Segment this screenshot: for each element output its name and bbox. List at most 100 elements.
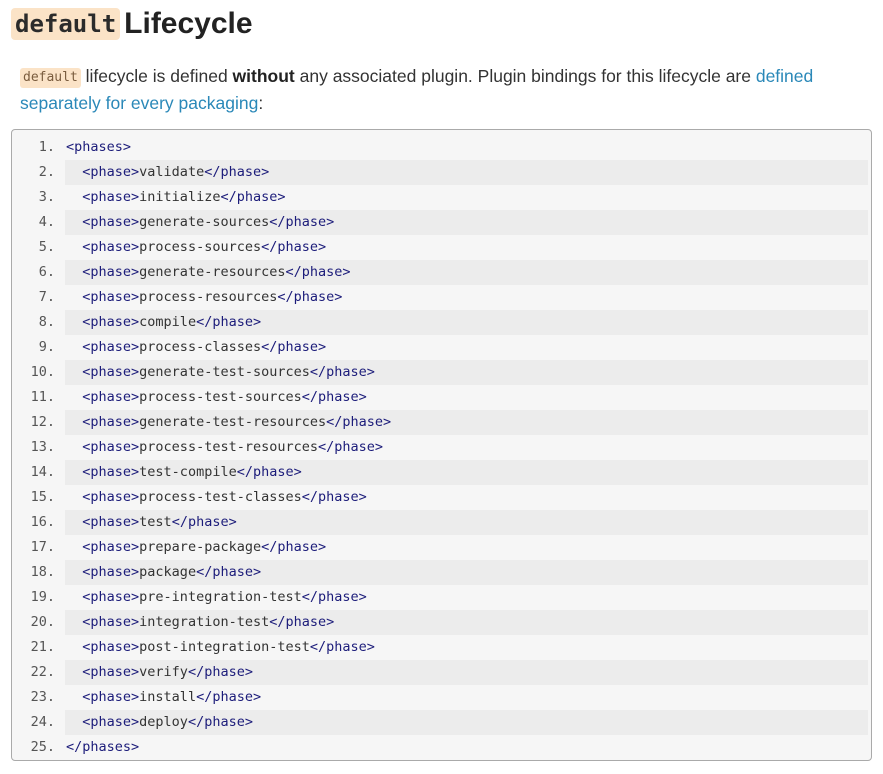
phase-name: generate-resources: [139, 264, 286, 280]
phase-name: test-compile: [139, 464, 237, 480]
line-number: 5.: [38, 239, 55, 255]
phase-open-tag: <phase>: [82, 564, 140, 580]
phase-open-tag: <phase>: [82, 164, 140, 180]
phase-open-tag: <phase>: [82, 364, 140, 380]
phase-name: process-test-resources: [139, 439, 318, 455]
code-line: 15. <phase>process-test-classes</phase>: [12, 485, 871, 510]
code-line: 10. <phase>generate-test-sources</phase>: [12, 360, 871, 385]
code-line: 2. <phase>validate</phase>: [12, 160, 871, 185]
code-text: <phase>generate-test-sources</phase>: [65, 360, 868, 385]
line-number: 2.: [38, 164, 55, 180]
code-line: 8. <phase>compile</phase>: [12, 310, 871, 335]
code-line: 19. <phase>pre-integration-test</phase>: [12, 585, 871, 610]
code-line: 18. <phase>package</phase>: [12, 560, 871, 585]
code-text: <phase>pre-integration-test</phase>: [65, 585, 868, 610]
phase-name: deploy: [139, 714, 188, 730]
lifecycle-code-label: default: [11, 8, 121, 40]
code-text: <phase>process-resources</phase>: [65, 285, 868, 310]
code-text: </phases>: [65, 735, 868, 760]
code-text: <phase>integration-test</phase>: [65, 610, 868, 635]
intro-text-1: lifecycle is defined: [80, 66, 233, 86]
code-text: <phase>process-test-classes</phase>: [65, 485, 868, 510]
phase-open-tag: <phase>: [82, 189, 140, 205]
code-line: 3. <phase>initialize</phase>: [12, 185, 871, 210]
line-number: 21.: [30, 639, 55, 655]
code-text: <phase>package</phase>: [65, 560, 868, 585]
line-number: 18.: [30, 564, 55, 580]
phase-open-tag: <phase>: [82, 539, 140, 555]
phase-name: process-sources: [139, 239, 262, 255]
phase-name: compile: [139, 314, 197, 330]
phase-open-tag: <phase>: [82, 639, 140, 655]
phases-open-tag: <phases>: [66, 139, 132, 155]
phase-open-tag: <phase>: [82, 589, 140, 605]
phase-name: test: [139, 514, 172, 530]
phase-close-tag: </phase>: [301, 589, 367, 605]
code-line: 6. <phase>generate-resources</phase>: [12, 260, 871, 285]
code-line: 1. <phases>: [12, 135, 871, 160]
line-number: 11.: [30, 389, 55, 405]
code-line: 4. <phase>generate-sources</phase>: [12, 210, 871, 235]
code-line: 22. <phase>verify</phase>: [12, 660, 871, 685]
phase-open-tag: <phase>: [82, 389, 140, 405]
code-line: 16. <phase>test</phase>: [12, 510, 871, 535]
phase-close-tag: </phase>: [236, 464, 302, 480]
phase-name: initialize: [139, 189, 221, 205]
code-line: 7. <phase>process-resources</phase>: [12, 285, 871, 310]
phase-name: process-test-classes: [139, 489, 302, 505]
phase-close-tag: </phase>: [301, 389, 367, 405]
phase-close-tag: </phase>: [261, 339, 327, 355]
phase-close-tag: </phase>: [171, 514, 237, 530]
line-number: 6.: [38, 264, 55, 280]
code-text: <phases>: [65, 135, 868, 160]
phase-open-tag: <phase>: [82, 439, 140, 455]
code-text: <phase>prepare-package</phase>: [65, 535, 868, 560]
line-number: 14.: [30, 464, 55, 480]
code-text: <phase>deploy</phase>: [65, 710, 868, 735]
code-text: <phase>initialize</phase>: [65, 185, 868, 210]
phase-close-tag: </phase>: [277, 289, 343, 305]
line-number: 1.: [38, 139, 55, 155]
phase-open-tag: <phase>: [82, 489, 140, 505]
phase-close-tag: </phase>: [317, 439, 384, 455]
line-number: 9.: [38, 339, 55, 355]
line-number: 4.: [38, 214, 55, 230]
code-text: <phase>process-test-sources</phase>: [65, 385, 868, 410]
code-text: <phase>process-test-resources</phase>: [65, 435, 868, 460]
code-text: <phase>validate</phase>: [65, 160, 868, 185]
phase-name: post-integration-test: [139, 639, 310, 655]
phase-name: process-resources: [139, 289, 278, 305]
line-number: 23.: [30, 689, 55, 705]
code-text: <phase>post-integration-test</phase>: [65, 635, 868, 660]
code-text: <phase>generate-test-resources</phase>: [65, 410, 868, 435]
phase-close-tag: </phase>: [309, 364, 375, 380]
code-line: 21. <phase>post-integration-test</phase>: [12, 635, 871, 660]
phase-close-tag: </phase>: [220, 189, 286, 205]
line-number: 8.: [38, 314, 55, 330]
code-text: <phase>test</phase>: [65, 510, 868, 535]
code-block: 1. <phases> 2. <phase>validate</phase> 3. <…: [11, 129, 872, 761]
phase-open-tag: <phase>: [82, 689, 140, 705]
code-line: 24. <phase>deploy</phase>: [12, 710, 871, 735]
inline-code-default: default: [20, 68, 81, 88]
line-number: 17.: [30, 539, 55, 555]
phase-name: generate-test-resources: [139, 414, 327, 430]
intro-text-2: any associated plugin. Plugin bindings f…: [294, 66, 756, 86]
code-text: <phase>install</phase>: [65, 685, 868, 710]
code-line: 25. </phases>: [12, 735, 871, 760]
page-title-text: Lifecycle: [124, 7, 253, 40]
code-text: <phase>verify</phase>: [65, 660, 868, 685]
line-number: 25.: [30, 739, 55, 755]
code-line: 20. <phase>integration-test</phase>: [12, 610, 871, 635]
phase-open-tag: <phase>: [82, 214, 140, 230]
phase-name: integration-test: [139, 614, 270, 630]
line-number: 22.: [30, 664, 55, 680]
line-number: 19.: [30, 589, 55, 605]
phases-close-tag: </phases>: [66, 739, 140, 755]
phase-close-tag: </phase>: [187, 714, 253, 730]
phase-close-tag: </phase>: [187, 664, 253, 680]
phase-open-tag: <phase>: [82, 289, 140, 305]
code-text: <phase>process-sources</phase>: [65, 235, 868, 260]
line-number: 20.: [30, 614, 55, 630]
phase-name: package: [139, 564, 197, 580]
